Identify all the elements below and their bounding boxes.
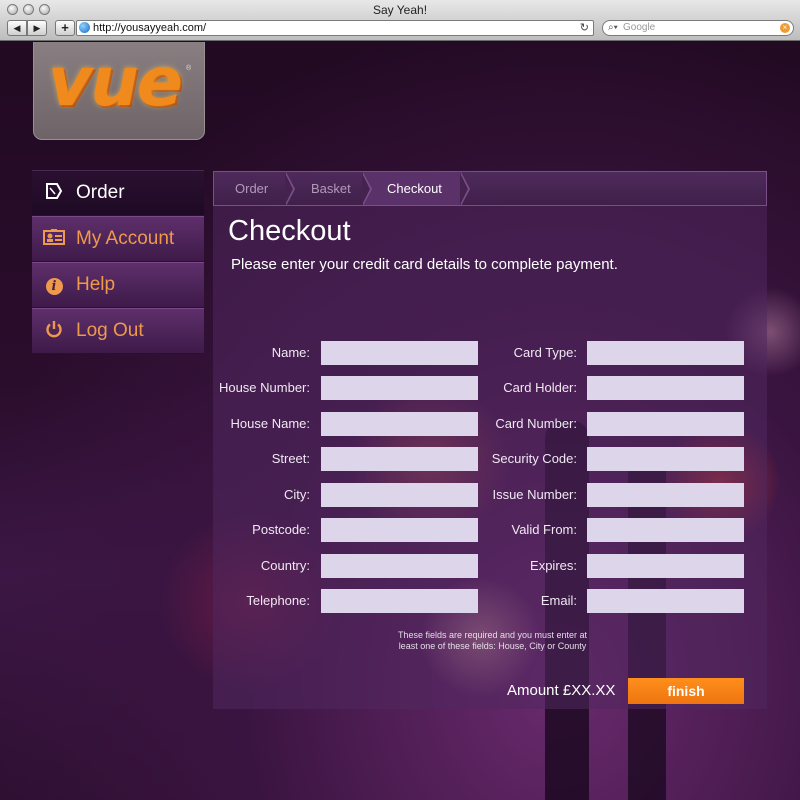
checkout-panel: Order Basket Checkout Checkout Please en… — [213, 171, 767, 709]
order-icon — [32, 182, 76, 205]
city-field[interactable] — [321, 483, 478, 507]
card-holder-field[interactable] — [587, 376, 744, 400]
breadcrumb: Order Basket Checkout — [213, 171, 767, 206]
house-name-field[interactable] — [321, 412, 478, 436]
telephone-field[interactable] — [321, 589, 478, 613]
field-label: House Number: — [218, 380, 310, 395]
forward-button[interactable]: ▶ — [27, 20, 47, 36]
reload-icon[interactable]: ↻ — [580, 21, 589, 35]
amount-total: Amount £XX.XX — [507, 682, 616, 699]
valid-from-field[interactable] — [587, 518, 744, 542]
back-button[interactable]: ◀ — [7, 20, 27, 36]
search-icon: ⌕▾ — [608, 22, 618, 33]
card-number-field[interactable] — [587, 412, 744, 436]
search-input[interactable]: ⌕▾ Google × — [602, 20, 794, 36]
sidebar-item-my-account[interactable]: My Account — [32, 216, 204, 262]
sidebar-item-log-out[interactable]: Log Out — [32, 308, 204, 354]
info-icon: i — [32, 275, 76, 295]
field-label: Security Code: — [491, 451, 577, 466]
field-label: City: — [284, 487, 310, 502]
field-label: Expires: — [530, 558, 577, 573]
search-placeholder: Google — [623, 22, 656, 33]
field-label: Postcode: — [252, 522, 310, 537]
registered-mark: ® — [186, 65, 192, 72]
sidebar-nav: Order My Account i Help Log Out — [32, 170, 204, 354]
power-icon — [32, 320, 76, 343]
breadcrumb-checkout: Checkout — [387, 181, 442, 196]
field-label: House Name: — [230, 416, 310, 431]
window-title: Say Yeah! — [372, 3, 428, 17]
field-label: Valid From: — [511, 522, 578, 537]
field-label: Issue Number: — [492, 487, 577, 502]
sidebar-item-label: Order — [76, 182, 125, 203]
sidebar-item-order[interactable]: Order — [32, 170, 204, 216]
sidebar-item-label: My Account — [76, 228, 175, 249]
page-content: vue ® Order My Account i Help Log Out Or… — [0, 42, 800, 800]
expires-field[interactable] — [587, 554, 744, 578]
postcode-field[interactable] — [321, 518, 478, 542]
field-label: Street: — [271, 451, 310, 466]
breadcrumb-order[interactable]: Order — [235, 172, 268, 205]
logo-text: vue — [48, 43, 183, 122]
field-label: Card Type: — [513, 345, 577, 360]
sidebar-item-help[interactable]: i Help — [32, 262, 204, 308]
page-subtitle: Please enter your credit card details to… — [231, 256, 618, 273]
street-field[interactable] — [321, 447, 478, 471]
security-code-field[interactable] — [587, 447, 744, 471]
page-title: Checkout — [228, 215, 351, 247]
email-field[interactable] — [587, 589, 744, 613]
field-label: Card Holder: — [503, 380, 577, 395]
account-card-icon — [32, 228, 76, 251]
finish-button[interactable]: finish — [628, 678, 744, 704]
logo[interactable]: vue ® — [33, 42, 205, 140]
card-type-field[interactable] — [587, 341, 744, 365]
browser-toolbar: Say Yeah! ◀ ▶ + http://yousayyeah.com/ ↻… — [0, 0, 800, 41]
field-label: Country: — [260, 558, 310, 573]
add-bookmark-button[interactable]: + — [55, 20, 75, 36]
site-globe-icon — [79, 22, 90, 33]
required-fields-note: These fields are required and you must e… — [397, 630, 588, 651]
breadcrumb-separator — [285, 172, 295, 206]
field-label: Name: — [271, 345, 310, 360]
sidebar-item-label: Help — [76, 274, 116, 295]
breadcrumb-separator — [460, 172, 470, 206]
breadcrumb-separator — [362, 172, 372, 206]
issue-number-field[interactable] — [587, 483, 744, 507]
name-field[interactable] — [321, 341, 478, 365]
house-number-field[interactable] — [321, 376, 478, 400]
field-label: Email: — [540, 593, 577, 608]
address-bar[interactable]: http://yousayyeah.com/ ↻ — [76, 20, 594, 36]
field-label: Card Number: — [495, 416, 577, 431]
field-label: Telephone: — [246, 593, 310, 608]
country-field[interactable] — [321, 554, 478, 578]
sidebar-item-label: Log Out — [76, 320, 144, 341]
clear-search-icon[interactable]: × — [780, 23, 790, 33]
breadcrumb-basket[interactable]: Basket — [311, 172, 351, 205]
address-text: http://yousayyeah.com/ — [93, 22, 207, 34]
